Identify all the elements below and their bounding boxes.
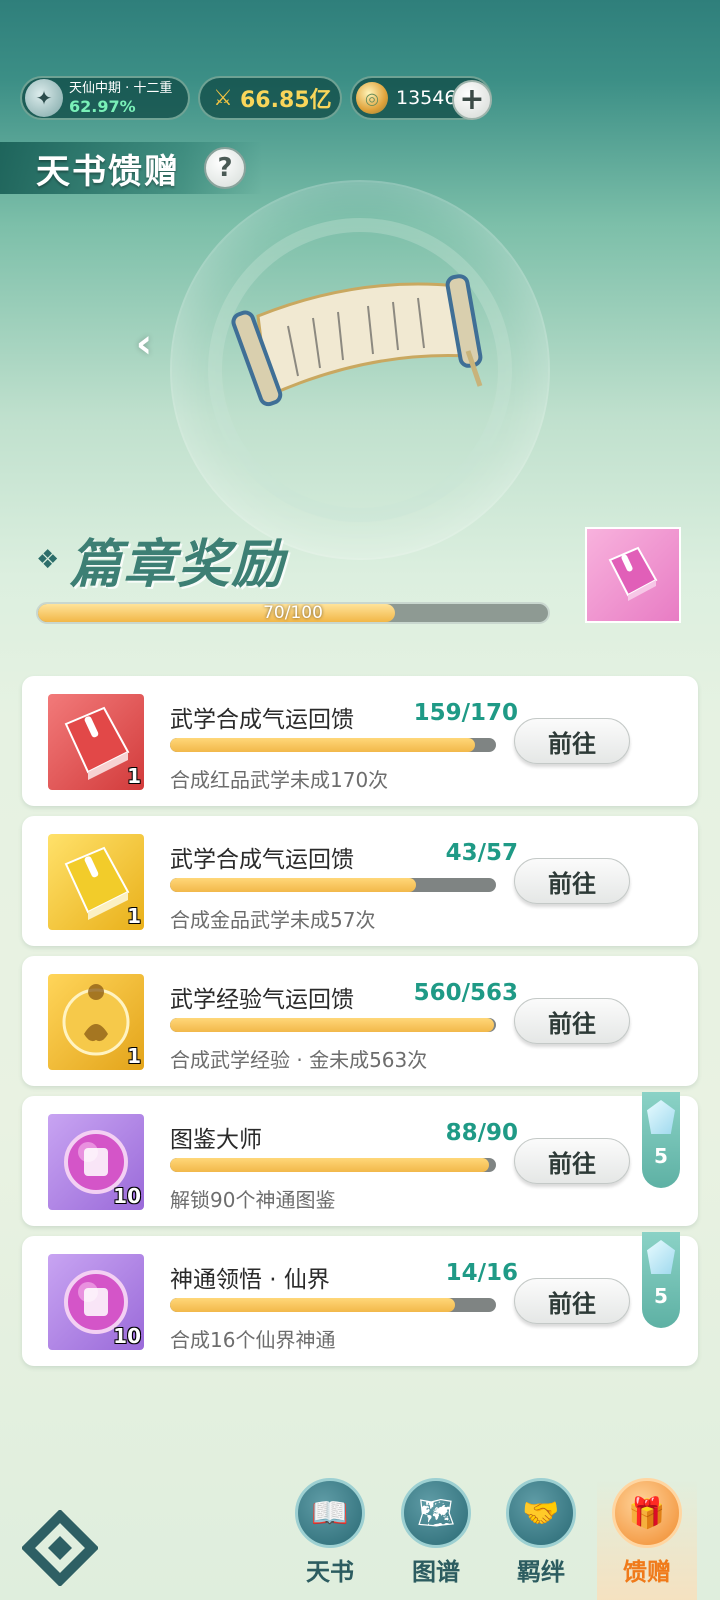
chapter-progress-bar: 70/100 (36, 602, 550, 624)
task-progress-bar (170, 738, 496, 752)
nav-item-1[interactable]: 🗺 图谱 (386, 1478, 486, 1600)
gem-count: 5 (654, 1144, 668, 1168)
nav-item-0[interactable]: 📖 天书 (280, 1478, 380, 1600)
nav-icon: 🗺 (401, 1478, 471, 1548)
nav-icon: 📖 (295, 1478, 365, 1548)
power-value: 66.85亿 (240, 88, 332, 113)
task-progress-text: 88/90 (445, 1120, 518, 1146)
reward-count: 1 (127, 1044, 141, 1068)
task-list: 1 武学合成气运回馈 159/170 合成红品武学未成170次 前往 1 武学合… (22, 676, 698, 1376)
power-pill[interactable]: ⚔ 66.85亿 (198, 76, 342, 120)
task-reward-icon[interactable]: 1 (48, 694, 144, 790)
task-progress-text: 14/16 (445, 1260, 518, 1286)
task-description: 解锁90个神通图鉴 (170, 1188, 336, 1212)
task-description: 合成红品武学未成170次 (170, 768, 389, 792)
task-card: 1 武学合成气运回馈 159/170 合成红品武学未成170次 前往 (22, 676, 698, 806)
task-description: 合成金品武学未成57次 (170, 908, 376, 932)
task-reward-icon[interactable]: 10 (48, 1254, 144, 1350)
gem-reward-tag[interactable]: 5 (642, 1232, 680, 1328)
previous-arrow-icon[interactable]: ‹ (126, 321, 162, 367)
task-progress-fill (170, 738, 475, 752)
task-progress-text: 159/170 (413, 700, 518, 726)
task-description: 合成武学经验 · 金未成563次 (170, 1048, 428, 1072)
task-reward-icon[interactable]: 1 (48, 974, 144, 1070)
rank-pill[interactable]: ✦ 天仙中期 · 十二重 62.97% (20, 76, 190, 120)
nav-label: 羁绊 (517, 1558, 565, 1586)
rank-avatar-icon: ✦ (25, 79, 63, 117)
chapter-title: 篇章奖励 (69, 535, 286, 595)
bottom-nav: 📖 天书 🗺 图谱 🤝 羁绊 🎁 馈赠 (0, 1450, 720, 1600)
task-name: 图鉴大师 (170, 1127, 262, 1153)
task-progress-bar (170, 878, 496, 892)
status-bar: ✦ 天仙中期 · 十二重 62.97% ⚔ 66.85亿 ◎ 13546 + (20, 76, 720, 124)
gem-count: 5 (654, 1284, 668, 1308)
nav-icon: 🎁 (612, 1478, 682, 1548)
chapter-reward-book-icon[interactable] (585, 527, 681, 623)
nav-label: 馈赠 (623, 1558, 671, 1586)
task-name: 神通领悟 · 仙界 (170, 1267, 330, 1293)
reward-count: 10 (113, 1324, 141, 1348)
coin-pill[interactable]: ◎ 13546 + (350, 76, 492, 120)
task-reward-icon[interactable]: 10 (48, 1114, 144, 1210)
go-button[interactable]: 前往 (514, 1278, 630, 1324)
rank-percent: 62.97% (69, 97, 136, 116)
gem-icon (647, 1100, 675, 1134)
task-reward-icon[interactable]: 1 (48, 834, 144, 930)
coin-value: 13546 (396, 87, 457, 109)
task-card: 10 神通领悟 · 仙界 14/16 合成16个仙界神通 前往 5 (22, 1232, 698, 1366)
nav-label: 天书 (306, 1558, 354, 1586)
rank-name: 天仙中期 · 十二重 (69, 81, 173, 96)
task-progress-fill (170, 1298, 456, 1312)
gem-reward-tag[interactable]: 5 (642, 1092, 680, 1188)
nav-item-2[interactable]: 🤝 羁绊 (491, 1478, 591, 1600)
go-button[interactable]: 前往 (514, 998, 630, 1044)
power-icon: ⚔ (213, 85, 233, 111)
task-progress-fill (170, 878, 416, 892)
task-card: 10 图鉴大师 88/90 解锁90个神通图鉴 前往 5 (22, 1092, 698, 1226)
task-progress-bar (170, 1158, 496, 1172)
nav-label: 图谱 (412, 1558, 460, 1586)
task-progress-text: 560/563 (413, 980, 518, 1006)
pink-book-icon (608, 546, 658, 601)
task-progress-bar (170, 1298, 496, 1312)
nav-icon: 🤝 (506, 1478, 576, 1548)
reward-count: 1 (127, 904, 141, 928)
task-card: 1 武学经验气运回馈 560/563 合成武学经验 · 金未成563次 前往 (22, 956, 698, 1086)
nav-item-3[interactable]: 🎁 馈赠 (597, 1478, 697, 1600)
task-progress-fill (170, 1158, 489, 1172)
reward-count: 1 (127, 764, 141, 788)
go-button[interactable]: 前往 (514, 858, 630, 904)
task-card: 1 武学合成气运回馈 43/57 合成金品武学未成57次 前往 (22, 816, 698, 946)
add-coins-button[interactable]: + (452, 80, 492, 120)
task-progress-text: 43/57 (445, 840, 518, 866)
go-button[interactable]: 前往 (514, 1138, 630, 1184)
reward-count: 10 (113, 1184, 141, 1208)
help-button[interactable]: ? (204, 147, 246, 189)
task-progress-fill (170, 1018, 495, 1032)
gem-icon (647, 1240, 675, 1274)
go-button[interactable]: 前往 (514, 718, 630, 764)
home-icon[interactable] (22, 1510, 98, 1586)
chapter-progress-text: 70/100 (263, 603, 323, 623)
task-description: 合成16个仙界神通 (170, 1328, 336, 1352)
chapter-header: ❖ 篇章奖励 (36, 522, 285, 597)
diamond-icon: ❖ (36, 544, 60, 575)
scroll-icon[interactable] (228, 256, 488, 416)
page-title: 天书馈赠 (36, 151, 180, 192)
coin-icon: ◎ (356, 82, 388, 114)
title-bar: 天书馈赠 ? (0, 142, 262, 194)
task-progress-bar (170, 1018, 496, 1032)
